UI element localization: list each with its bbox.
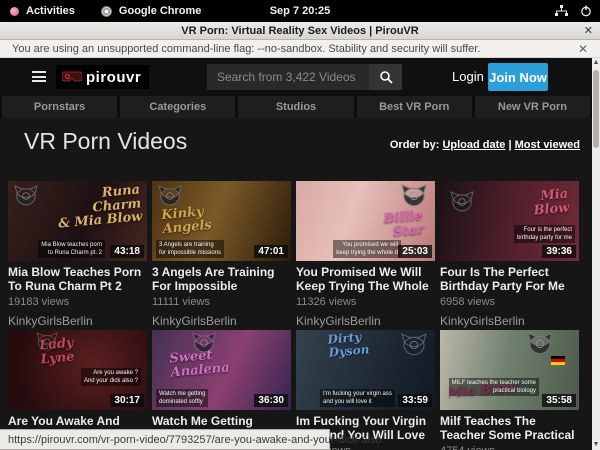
video-thumbnail[interactable]: Billie Star You promised we will keep tr… xyxy=(296,181,435,261)
site-header: pirouvr Login Join Now xyxy=(0,58,592,96)
german-flag-icon xyxy=(551,356,565,365)
vr-goggles-icon xyxy=(62,71,82,83)
window-title: VR Porn: Virtual Reality Sex Videos | Pi… xyxy=(181,25,418,37)
thumb-overlay-caption: You promised we will keep trying the who… xyxy=(333,240,401,258)
thumb-overlay-name: Mia Blow xyxy=(532,187,570,217)
video-thumbnail[interactable]: Mia Blow Four is the perfect birthday pa… xyxy=(440,181,579,261)
nav-item-categories[interactable]: Categories xyxy=(120,96,235,118)
studio-link[interactable]: KinkyGirlsBerlin xyxy=(152,314,291,328)
video-thumbnail[interactable]: Runa Charm & Mia Blow Mia Blow teaches p… xyxy=(8,181,147,261)
order-by: Order by: Upload date | Most viewed xyxy=(390,139,580,151)
view-count: 4754 views xyxy=(440,445,579,450)
logo-wordmark: pirouvr xyxy=(86,69,141,86)
page-title: VR Porn Videos xyxy=(24,128,187,155)
nav-item-studios[interactable]: Studios xyxy=(238,96,353,118)
video-card[interactable]: Runa Charm & Mia Blow Mia Blow teaches p… xyxy=(8,181,147,328)
search-input[interactable] xyxy=(207,64,369,90)
cat-mask-logo-icon xyxy=(401,184,427,208)
status-url-tooltip: https://pirouvr.com/vr-porn-video/779325… xyxy=(0,429,330,450)
network-icon[interactable] xyxy=(555,5,568,17)
view-count: 11111 views xyxy=(152,296,291,308)
scrollbar-thumb[interactable] xyxy=(593,70,599,148)
thumb-overlay-name: Billie Star xyxy=(383,209,424,240)
chrome-infobar: You are using an unsupported command-lin… xyxy=(0,40,600,58)
thumb-overlay-name: Lady Lyne xyxy=(39,337,75,367)
cat-mask-logo-icon xyxy=(450,191,474,213)
thumb-overlay-caption: Four is the perfect birthday party for m… xyxy=(514,225,575,243)
join-now-button[interactable]: Join Now xyxy=(488,63,548,91)
hamburger-menu-icon[interactable] xyxy=(32,71,46,82)
nav-item-best-vr[interactable]: Best VR Porn xyxy=(357,96,472,118)
view-count: 6958 views xyxy=(440,296,579,308)
infobar-close-icon[interactable]: ✕ xyxy=(578,42,588,56)
thumb-overlay-caption: 3 Angels are training for impossible mis… xyxy=(156,240,224,258)
thumb-overlay-caption: Watch me getting dominated softly xyxy=(156,389,208,407)
main-nav: Pornstars Categories Studios Best VR Por… xyxy=(0,96,592,118)
duration-badge: 25:03 xyxy=(398,245,432,258)
video-thumbnail[interactable]: Sweet Analena Watch me getting dominated… xyxy=(152,330,291,410)
thumb-overlay-caption: I'm fucking your virgin ass and you will… xyxy=(320,389,395,407)
video-card[interactable]: Mia Blow Four is the perfect birthday pa… xyxy=(440,181,579,328)
gnome-top-bar: Activities Google Chrome Sep 7 20:25 xyxy=(0,0,600,22)
window-close-button[interactable]: ✕ xyxy=(584,24,593,37)
video-title[interactable]: Milf Teaches The Teacher Some Practical … xyxy=(440,414,579,442)
studio-link[interactable]: KinkyGirlsBerlin xyxy=(440,314,579,328)
studio-link[interactable]: KinkyGirlsBerlin xyxy=(8,314,147,328)
login-link[interactable]: Login xyxy=(452,69,484,84)
video-thumbnail[interactable]: Mia Blow MILF teaches the teacher some p… xyxy=(440,330,579,410)
duration-badge: 33:59 xyxy=(398,394,432,407)
video-card[interactable]: Mia Blow MILF teaches the teacher some p… xyxy=(440,330,579,450)
thumb-overlay-name: Runa Charm & Mia Blow xyxy=(55,183,143,231)
video-card[interactable]: Kinky Angels 3 Angels are training for i… xyxy=(152,181,291,328)
video-title[interactable]: Four Is The Perfect Birthday Party For M… xyxy=(440,265,579,293)
video-thumbnail[interactable]: Lady Lyne Are you awake ? And your dick … xyxy=(8,330,147,410)
cat-mask-logo-icon xyxy=(14,185,38,207)
order-link-most-viewed[interactable]: Most viewed xyxy=(515,139,580,151)
window-title-bar: VR Porn: Virtual Reality Sex Videos | Pi… xyxy=(0,22,600,40)
site-logo[interactable]: pirouvr xyxy=(56,65,149,89)
search-button[interactable] xyxy=(369,64,402,90)
duration-badge: 47:01 xyxy=(254,245,288,258)
scroll-down-arrow-icon[interactable]: ▼ xyxy=(592,440,600,450)
thumb-overlay-name: Kinky Angels xyxy=(161,205,212,236)
thumb-overlay-caption: Mia Blow teaches porn to Runa Charm pt. … xyxy=(38,240,105,258)
nav-item-pornstars[interactable]: Pornstars xyxy=(2,96,117,118)
studio-link[interactable]: KinkyGirlsBerlin xyxy=(296,314,435,328)
screen: Activities Google Chrome Sep 7 20:25 VR … xyxy=(0,0,600,450)
scroll-up-arrow-icon[interactable]: ▲ xyxy=(592,58,600,68)
video-thumbnail[interactable]: Dirty Dyson I'm fucking your virgin ass … xyxy=(296,330,435,410)
infobar-message: You are using an unsupported command-lin… xyxy=(12,43,480,55)
clock[interactable]: Sep 7 20:25 xyxy=(0,5,600,17)
order-by-label: Order by: xyxy=(390,139,440,151)
view-count: 19183 views xyxy=(8,296,147,308)
view-count: 11326 views xyxy=(296,296,435,308)
duration-badge: 30:17 xyxy=(110,394,144,407)
search-icon xyxy=(379,70,393,84)
thumb-overlay-name: Dirty Dyson xyxy=(327,330,370,359)
video-title[interactable]: You Promised We Will Keep Trying The Who… xyxy=(296,265,435,293)
order-link-upload-date[interactable]: Upload date xyxy=(442,139,505,151)
video-card[interactable]: Billie Star You promised we will keep tr… xyxy=(296,181,435,328)
duration-badge: 39:36 xyxy=(542,245,576,258)
thumb-overlay-caption: MILF teaches the teacher some practical … xyxy=(449,378,539,396)
vertical-scrollbar[interactable]: ▲ ▼ xyxy=(592,58,600,450)
thumb-overlay-caption: Are you awake ? And your dick also ? xyxy=(81,368,141,386)
cat-mask-logo-icon xyxy=(527,332,553,356)
status-url: https://pirouvr.com/vr-porn-video/779325… xyxy=(8,434,382,446)
duration-badge: 36:30 xyxy=(254,394,288,407)
nav-item-new-vr[interactable]: New VR Porn xyxy=(475,96,590,118)
duration-badge: 43:18 xyxy=(110,245,144,258)
cat-mask-logo-icon xyxy=(401,333,427,357)
video-title[interactable]: Mia Blow Teaches Porn To Runa Charm Pt 2 xyxy=(8,265,147,293)
video-title[interactable]: 3 Angels Are Training For Impossible Mis… xyxy=(152,265,291,293)
video-thumbnail[interactable]: Kinky Angels 3 Angels are training for i… xyxy=(152,181,291,261)
power-icon[interactable] xyxy=(580,5,592,17)
thumb-overlay-name: Sweet Analena xyxy=(169,347,230,379)
cat-mask-logo-icon xyxy=(158,185,182,207)
duration-badge: 35:58 xyxy=(542,394,576,407)
